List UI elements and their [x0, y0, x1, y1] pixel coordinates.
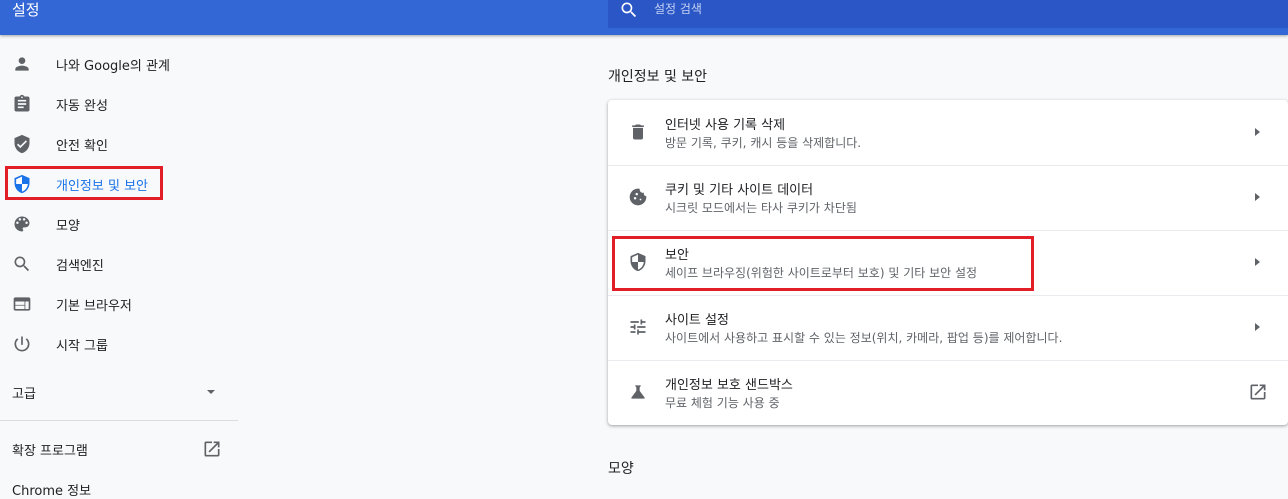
browser-icon	[13, 297, 31, 311]
person-icon	[15, 57, 29, 71]
sidebar-item-label: 나와 Google의 관계	[56, 59, 170, 74]
row-title: 개인정보 보호 샌드박스	[665, 378, 793, 393]
sidebar-item-label: 시작 그룹	[56, 339, 108, 354]
shield-icon	[630, 252, 646, 272]
row-clear-browsing-data[interactable]: 인터넷 사용 기록 삭제 방문 기록, 쿠키, 캐시 등을 삭제합니다.	[608, 100, 1288, 165]
flask-icon	[631, 385, 645, 399]
sidebar-item-you-and-google[interactable]: 나와 Google의 관계	[0, 44, 238, 84]
row-title: 사이트 설정	[665, 313, 729, 328]
sidebar-item-label: 기본 브라우저	[56, 299, 132, 314]
power-icon	[14, 336, 30, 352]
row-privacy-sandbox[interactable]: 개인정보 보호 샌드박스 무료 체험 기능 사용 중	[608, 360, 1288, 425]
search-icon	[621, 2, 637, 18]
sidebar-item-default-browser[interactable]: 기본 브라우저	[0, 284, 238, 324]
row-title: 보안	[665, 248, 689, 263]
row-cookies[interactable]: 쿠키 및 기타 사이트 데이터 시크릿 모드에서는 타사 쿠키가 차단됨	[608, 165, 1288, 230]
palette-icon	[14, 216, 30, 232]
sidebar-item-safety-check[interactable]: 안전 확인	[0, 124, 238, 164]
clipboard-icon	[14, 94, 30, 112]
row-security[interactable]: 보안 세이프 브라우징(위험한 사이트로부터 보호) 및 기타 보안 설정	[608, 230, 1288, 295]
sidebar-divider	[0, 420, 238, 421]
row-site-settings[interactable]: 사이트 설정 사이트에서 사용하고 표시할 수 있는 정보(위치, 카메라, 팝…	[608, 295, 1288, 360]
row-subtitle: 무료 체험 기능 사용 중	[665, 396, 780, 410]
row-subtitle: 세이프 브라우징(위험한 사이트로부터 보호) 및 기타 보안 설정	[665, 266, 978, 280]
chevron-down-icon[interactable]	[205, 388, 217, 396]
search-box[interactable]	[608, 0, 1288, 28]
sidebar-item-on-startup[interactable]: 시작 그룹	[0, 324, 238, 364]
sidebar-item-search-engine[interactable]: 검색엔진	[0, 244, 238, 284]
row-subtitle: 사이트에서 사용하고 표시할 수 있는 정보(위치, 카메라, 팝업 등)를 제…	[665, 331, 1063, 345]
section-title: 개인정보 및 보안	[608, 69, 708, 85]
shield-check-icon	[14, 134, 30, 154]
sidebar-item-label: 개인정보 및 보안	[56, 179, 148, 194]
extensions-link[interactable]: 확장 프로그램	[12, 440, 88, 459]
page-title: 설정	[12, 1, 40, 19]
open-in-new-icon[interactable]	[202, 439, 222, 459]
tune-icon	[630, 319, 646, 335]
trash-icon	[632, 124, 644, 140]
sidebar-item-label: 자동 완성	[56, 99, 108, 114]
chevron-right-icon	[1255, 128, 1260, 136]
chevron-right-icon	[1255, 258, 1260, 266]
search-input[interactable]	[654, 0, 1254, 18]
sidebar-item-autofill[interactable]: 자동 완성	[0, 84, 238, 124]
sidebar-item-privacy-security[interactable]: 개인정보 및 보안	[0, 164, 238, 204]
advanced-toggle[interactable]: 고급	[12, 383, 36, 402]
row-title: 인터넷 사용 기록 삭제	[665, 118, 786, 133]
row-title: 쿠키 및 기타 사이트 데이터	[665, 183, 814, 198]
privacy-card: 인터넷 사용 기록 삭제 방문 기록, 쿠키, 캐시 등을 삭제합니다. 쿠키 …	[608, 100, 1288, 425]
sidebar: 나와 Google의 관계 자동 완성 안전 확인 개인정보 및 보안 모양 검…	[0, 35, 238, 490]
row-subtitle: 방문 기록, 쿠키, 캐시 등을 삭제합니다.	[665, 136, 862, 150]
chevron-right-icon	[1255, 323, 1260, 331]
row-subtitle: 시크릿 모드에서는 타사 쿠키가 차단됨	[665, 201, 857, 215]
chevron-right-icon	[1255, 193, 1260, 201]
search-icon	[14, 256, 30, 272]
sidebar-item-label: 검색엔진	[56, 259, 104, 274]
cookie-icon	[629, 188, 647, 206]
sidebar-item-appearance[interactable]: 모양	[0, 204, 238, 244]
shield-icon	[14, 174, 30, 194]
sidebar-item-label: 안전 확인	[56, 139, 108, 154]
header-bar: 설정	[0, 0, 1288, 35]
sidebar-item-label: 모양	[56, 219, 80, 234]
next-section-title: 모양	[608, 461, 634, 477]
open-in-new-icon	[1250, 384, 1266, 400]
